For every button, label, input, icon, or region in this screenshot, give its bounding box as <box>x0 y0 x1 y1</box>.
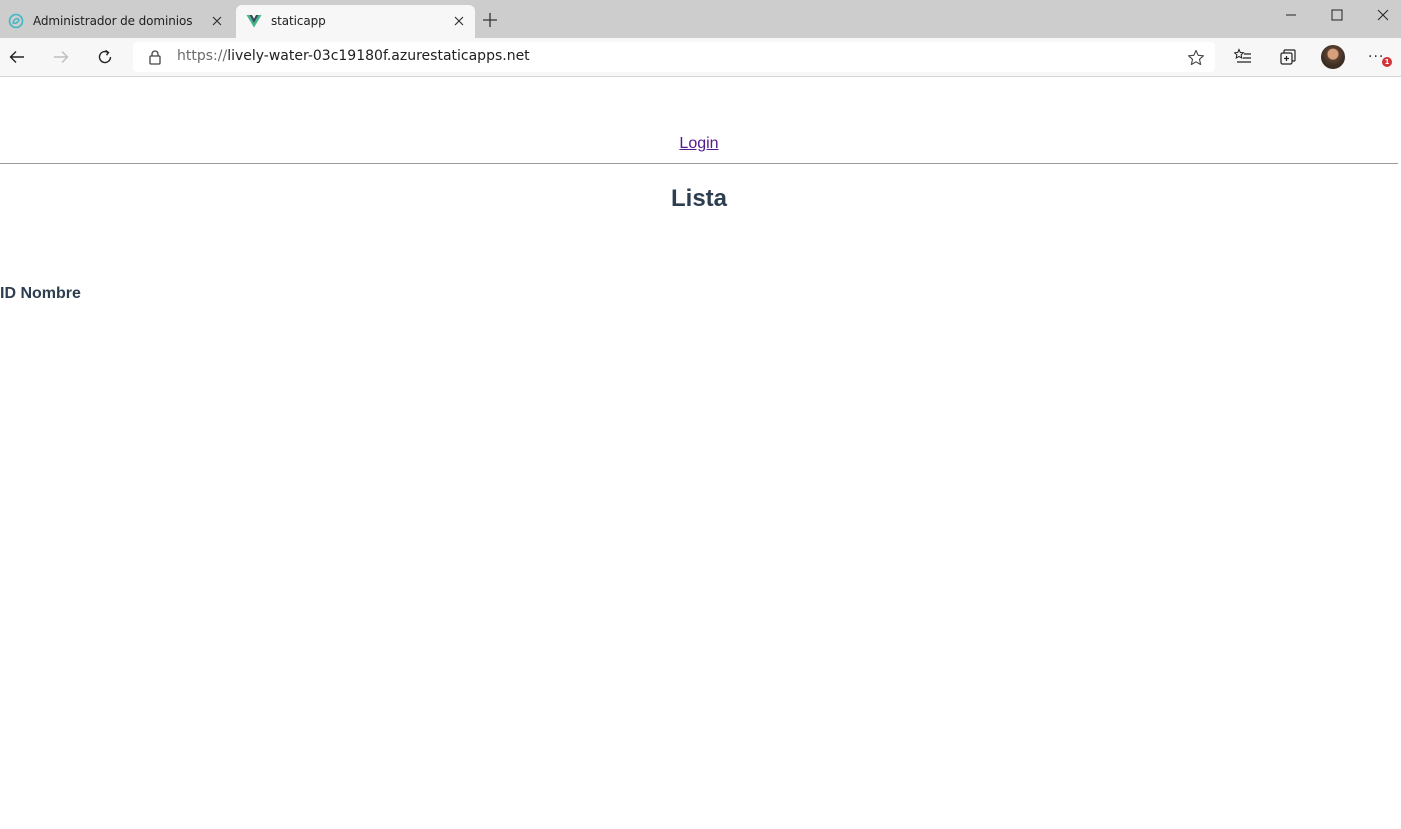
refresh-icon <box>98 49 112 64</box>
close-icon[interactable] <box>209 13 225 29</box>
url-scheme: https:// <box>177 48 228 64</box>
nav-bar: Login <box>0 135 1398 153</box>
favorites-button[interactable] <box>1231 45 1255 69</box>
table-header-nombre: Nombre <box>20 285 81 302</box>
new-tab-icon[interactable] <box>481 11 499 29</box>
arrow-left-icon <box>9 51 24 63</box>
url-host: lively-water-03c19180f.azurestaticapps.n… <box>227 48 530 64</box>
url-text[interactable]: https://lively-water-03c19180f.azurestat… <box>177 48 530 64</box>
notification-badge: 1 <box>1382 57 1392 67</box>
settings-more-button[interactable]: ··· 1 <box>1366 45 1392 69</box>
tab-administrador-de-dominios[interactable]: Administrador de dominios <box>0 5 235 38</box>
minimize-button[interactable] <box>1268 0 1314 30</box>
collections-button[interactable] <box>1276 45 1300 69</box>
domain-admin-icon <box>8 13 24 29</box>
favorites-list-icon <box>1234 48 1251 63</box>
minimize-icon <box>1286 14 1296 16</box>
address-bar[interactable]: https://lively-water-03c19180f.azurestat… <box>133 42 1215 72</box>
close-icon[interactable] <box>451 13 467 29</box>
window-close-button[interactable] <box>1360 0 1401 30</box>
close-icon <box>1377 9 1389 21</box>
profile-avatar[interactable] <box>1321 45 1345 69</box>
browser-toolbar: https://lively-water-03c19180f.azurestat… <box>0 38 1401 77</box>
divider <box>0 163 1398 164</box>
page-content: Login Lista ID Nombre <box>0 77 1401 829</box>
tab-title: staticapp <box>271 14 326 28</box>
favorite-star-icon[interactable] <box>1187 49 1205 67</box>
browser-window: Administrador de dominios staticapp http… <box>0 0 1401 829</box>
table-header-id: ID <box>0 285 16 302</box>
maximize-icon <box>1331 9 1343 21</box>
tab-strip: Administrador de dominios staticapp <box>0 0 1401 38</box>
back-button[interactable] <box>5 45 29 69</box>
vue-logo-icon <box>246 15 262 28</box>
login-link[interactable]: Login <box>679 135 718 152</box>
forward-button[interactable] <box>49 45 73 69</box>
tab-title: Administrador de dominios <box>33 14 193 28</box>
page-title: Lista <box>670 185 727 212</box>
tab-staticapp[interactable]: staticapp <box>236 5 475 38</box>
collections-icon <box>1280 49 1296 65</box>
maximize-button[interactable] <box>1314 0 1360 30</box>
table-header-row: ID Nombre <box>0 285 81 303</box>
arrow-right-icon <box>54 51 69 63</box>
lock-icon[interactable] <box>147 49 163 65</box>
refresh-button[interactable] <box>93 45 117 69</box>
